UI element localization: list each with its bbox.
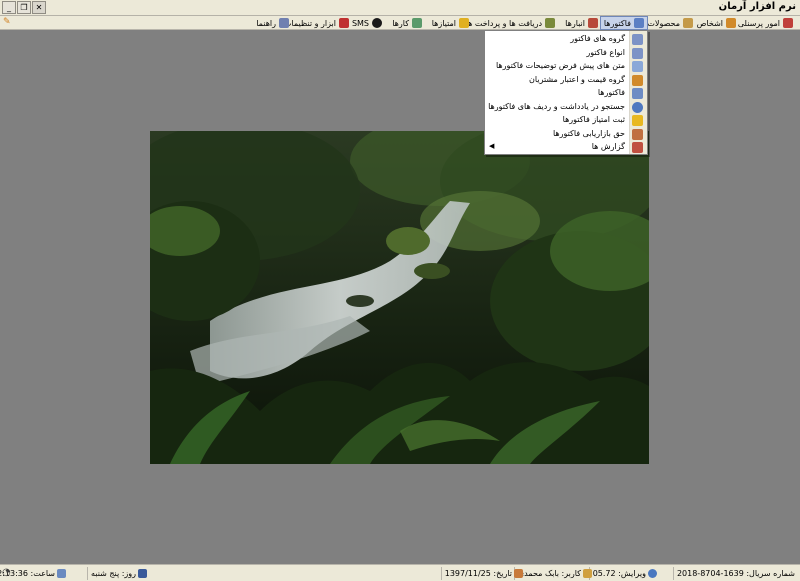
calendar-day-icon (57, 569, 66, 578)
submenu-arrow-icon: ◀ (489, 142, 495, 150)
tools-icon (339, 18, 349, 28)
menu-item-help[interactable]: راهنما (253, 16, 292, 30)
close-button[interactable]: ✕ (32, 1, 46, 14)
clock-icon: ◔ (2, 567, 11, 578)
star-icon (459, 18, 469, 28)
menu-item-label: انبارها (565, 18, 585, 28)
status-bar: شماره سریال: 1639-8704-2018 ویرایش: 05.7… (0, 564, 800, 581)
menu-item-label: دریافت ها و پرداخت ها (465, 18, 542, 28)
menu-item-label: محصولات (647, 18, 680, 28)
title-bar: _ ❐ ✕ نرم افزار آرمان (0, 0, 800, 16)
menu-item-invoices[interactable]: فاکتورها (599, 16, 648, 30)
menu-item-label: SMS (351, 18, 369, 28)
dropdown-item-default-texts[interactable]: متن های پیش فرض توضیحات فاکتورها (485, 60, 647, 73)
warehouse-icon (588, 18, 598, 28)
status-serial: شماره سریال: 1639-8704-2018 (672, 567, 798, 580)
window-title: نرم افزار آرمان (718, 1, 796, 12)
user-icon (514, 569, 523, 578)
dropdown-item-customer-credit[interactable]: گروه قیمت و اعتبار مشتریان (485, 74, 647, 87)
staff-icon (783, 18, 793, 28)
people-icon (726, 18, 736, 28)
menu-bar: امور پرسنلی اشخاص محصولات فاکتورها انبار… (0, 16, 800, 30)
invoice-type-icon (632, 47, 643, 59)
customer-credit-icon (632, 74, 643, 86)
menu-item-label: امور پرسنلی (737, 18, 780, 28)
invoice-group-icon (632, 34, 643, 45)
status-day: روز: پنج شنبه (87, 567, 150, 580)
payment-icon (545, 18, 555, 28)
sms-icon (372, 18, 382, 28)
calendar-icon (138, 569, 147, 578)
dropdown-item-marketing-fee[interactable]: حق بازاریابی فاکتورها (485, 128, 647, 141)
globe-icon (648, 569, 657, 578)
invoices-icon (632, 88, 643, 99)
text-template-icon (632, 61, 643, 72)
menu-item-tasks[interactable]: کارها (389, 16, 425, 30)
minimize-button[interactable]: _ (2, 1, 16, 14)
search-icon (632, 101, 643, 113)
dropdown-item-invoice-points[interactable]: ثبت امتیاز فاکتورها (485, 114, 647, 127)
status-version: ویرایش: 05.72 (588, 567, 660, 580)
status-date: تاریخ: 1397/11/25 (440, 567, 526, 580)
help-icon (279, 18, 289, 28)
menu-item-warehouses[interactable]: انبارها (562, 16, 601, 30)
box-icon (683, 18, 693, 28)
dropdown-item-invoices[interactable]: فاکتورها (485, 87, 647, 100)
tasks-icon (412, 18, 422, 28)
marketing-icon (632, 128, 643, 140)
status-user: کاربر: بابک محمدی (513, 567, 595, 580)
menu-item-points[interactable]: امتیازها (429, 16, 472, 30)
invoice-icon (634, 18, 644, 28)
background-photo (150, 131, 649, 464)
forest-stream-image (150, 131, 649, 464)
pencil-icon: ✎ (3, 17, 11, 27)
restore-button[interactable]: ❐ (17, 1, 31, 14)
menu-item-personnel[interactable]: امور پرسنلی (735, 16, 796, 30)
menu-item-label: امتیازها (431, 18, 456, 28)
menu-item-label: اشخاص (696, 18, 723, 28)
star-icon (632, 115, 643, 126)
menu-item-sms[interactable]: SMS (349, 16, 385, 30)
menu-item-payments[interactable]: دریافت ها و پرداخت ها (463, 16, 558, 30)
menu-item-products[interactable]: محصولات (644, 16, 696, 30)
dropdown-item-invoice-types[interactable]: انواع فاکتور (485, 47, 647, 60)
window-controls: _ ❐ ✕ (2, 1, 46, 14)
report-icon (632, 142, 643, 153)
invoices-dropdown-menu: گروه های فاکتور انواع فاکتور متن های پیش… (484, 30, 648, 155)
menu-item-label: کارها (392, 18, 409, 28)
dropdown-item-search-notes[interactable]: جستجو در یادداشت و ردیف های فاکتورها (485, 101, 647, 114)
edit-icon (583, 569, 592, 578)
dropdown-item-invoice-groups[interactable]: گروه های فاکتور (485, 33, 647, 46)
menu-item-label: فاکتورها (603, 18, 631, 28)
menu-item-label: راهنما (256, 18, 276, 28)
menu-item-persons[interactable]: اشخاص (694, 16, 739, 30)
dropdown-item-reports[interactable]: گزارش ها ◀ (485, 141, 647, 154)
